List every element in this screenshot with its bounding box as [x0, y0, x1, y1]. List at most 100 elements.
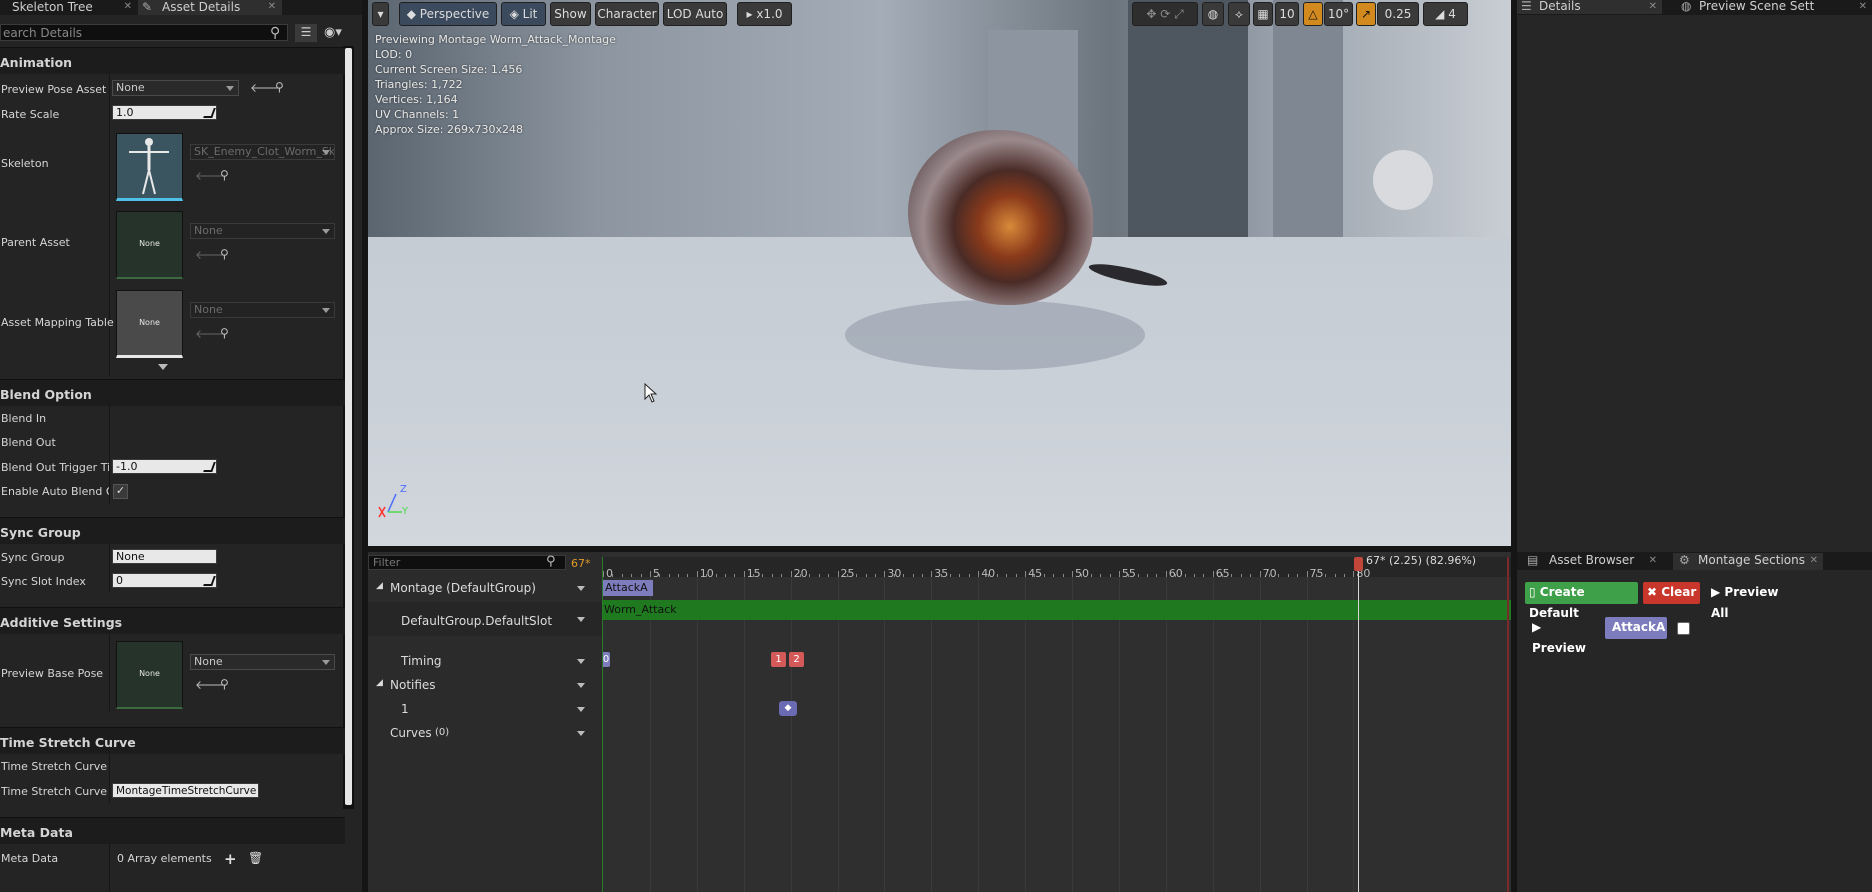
preview-all-button[interactable]: ▶ Preview All — [1707, 582, 1795, 620]
asset-mapping-thumbnail[interactable]: None — [116, 290, 183, 358]
section-loop-checkbox[interactable] — [1677, 622, 1690, 635]
lod-button[interactable]: LOD Auto — [663, 2, 727, 26]
close-icon[interactable]: ✕ — [268, 0, 276, 14]
chevron-down-icon[interactable] — [577, 617, 585, 622]
grid-snap-value[interactable]: 10 — [1275, 2, 1299, 26]
lit-button[interactable]: ◈ Lit — [501, 2, 546, 26]
perspective-button[interactable]: ◆ Perspective — [399, 2, 497, 26]
browse-search-icon[interactable]: ⚲ — [220, 247, 229, 261]
show-button[interactable]: Show — [550, 2, 591, 26]
slot-anim-segment[interactable]: Worm_Attack — [602, 600, 1511, 620]
track-curves[interactable]: Curves (0) — [368, 722, 602, 744]
add-icon[interactable]: + — [224, 850, 237, 868]
section-attacka-chip[interactable]: AttackA — [1605, 617, 1667, 639]
rotation-snap-value[interactable]: 10° — [1324, 2, 1353, 26]
preview-pose-combo[interactable]: None — [112, 80, 239, 96]
sync-slot-input[interactable]: 0 — [112, 573, 217, 588]
playhead-line[interactable] — [1358, 567, 1359, 892]
track-timing[interactable]: Timing — [368, 650, 602, 672]
blend-in-row[interactable]: Blend In — [0, 412, 345, 430]
camera-speed-button[interactable]: ◢ 4 — [1423, 2, 1468, 26]
scale-snap-value[interactable]: 0.25 — [1377, 2, 1419, 26]
auto-blend-checkbox[interactable]: ✓ — [113, 484, 128, 499]
chevron-down-icon[interactable] — [577, 731, 585, 736]
playback-speed-button[interactable]: ▸ x1.0 — [737, 2, 792, 26]
playhead-handle[interactable] — [1354, 557, 1363, 571]
scrollbar-thumb[interactable] — [345, 48, 352, 805]
close-icon[interactable]: ✕ — [1859, 0, 1867, 13]
timeline-tracks[interactable]: 05101520253035404550556065707580 AttackA… — [602, 552, 1511, 892]
sync-group-input[interactable]: None — [112, 549, 217, 564]
spin-icon — [203, 576, 216, 586]
preview-viewport[interactable]: ▾ ◆ Perspective ◈ Lit Show Character LOD… — [368, 0, 1511, 546]
character-button[interactable]: Character — [595, 2, 659, 26]
skeleton-combo[interactable]: SK_Enemy_Clot_Worm_Sk — [190, 144, 335, 160]
preview-base-pose-thumbnail[interactable]: None — [116, 641, 183, 709]
filter-input[interactable]: Filter — [368, 555, 566, 570]
trash-icon[interactable]: 🗑 — [248, 851, 263, 865]
track-montage[interactable]: ◢ Montage (DefaultGroup) — [368, 577, 602, 599]
browse-search-icon[interactable]: ⚲ — [220, 168, 229, 182]
rotation-snap-toggle[interactable]: △ — [1303, 2, 1323, 26]
preview-base-pose-combo[interactable]: None — [190, 654, 335, 670]
timing-marker-notify[interactable]: 1 — [771, 652, 786, 667]
track-notify-1[interactable]: 1 — [368, 698, 602, 720]
tab-preview-scene-settings[interactable]: ◍ Preview Scene Sett ✕ — [1677, 0, 1872, 14]
tab-asset-browser[interactable]: ▤ Asset Browser ✕ — [1517, 554, 1662, 568]
category-additive-settings[interactable]: Additive Settings — [0, 607, 345, 634]
clear-button[interactable]: ✖ Clear — [1643, 582, 1700, 604]
tab-montage-sections[interactable]: ⚙ Montage Sections ✕ — [1673, 553, 1823, 570]
create-default-button[interactable]: ▯ Create Default — [1525, 582, 1638, 620]
track-notifies[interactable]: ◢ Notifies — [368, 674, 602, 696]
close-icon[interactable]: ✕ — [1649, 554, 1657, 567]
skeleton-thumbnail[interactable] — [116, 133, 183, 201]
browse-search-icon[interactable]: ⚲ — [275, 80, 284, 94]
time-stretch-curve-row[interactable]: Time Stretch Curve — [0, 760, 345, 778]
browse-search-icon[interactable]: ⚲ — [220, 677, 229, 691]
close-icon[interactable]: ✕ — [124, 0, 132, 14]
blend-out-row[interactable]: Blend Out — [0, 436, 345, 454]
chevron-down-icon[interactable] — [577, 586, 585, 591]
chevron-down-icon[interactable] — [577, 707, 585, 712]
collapse-icon[interactable]: ◢ — [376, 678, 383, 688]
timing-marker-notify[interactable]: 2 — [789, 652, 804, 667]
timing-marker-section[interactable]: 0 — [602, 652, 610, 667]
transform-tools[interactable]: ✥ ⟳ ⤢ — [1132, 2, 1198, 26]
creature-shadow — [845, 300, 1145, 370]
close-icon[interactable]: ✕ — [1810, 554, 1818, 567]
search-icon[interactable]: ⚲ — [270, 25, 280, 41]
track-slot[interactable]: DefaultGroup.DefaultSlot — [368, 602, 602, 636]
montage-section-attacka[interactable]: AttackA — [603, 580, 653, 596]
category-animation[interactable]: Animation — [0, 47, 345, 74]
browse-search-icon[interactable]: ⚲ — [220, 326, 229, 340]
asset-mapping-combo[interactable]: None — [190, 302, 335, 318]
blend-trigger-input[interactable]: -1.0 — [112, 459, 217, 474]
tab-skeleton-tree[interactable]: Skeleton Tree ✕ — [0, 0, 138, 15]
grid-snap-toggle[interactable]: ▦ — [1253, 2, 1273, 26]
search-details-input[interactable]: earch Details — [0, 24, 288, 41]
viewport-options-button[interactable]: ▾ — [372, 2, 389, 26]
search-icon[interactable]: ⚲ — [546, 554, 556, 569]
category-time-stretch-curve[interactable]: Time Stretch Curve — [0, 727, 345, 754]
parent-asset-thumbnail[interactable]: None — [116, 211, 183, 279]
parent-asset-combo[interactable]: None — [190, 223, 335, 239]
surface-snap-toggle[interactable]: ⟡ — [1228, 2, 1250, 26]
tab-asset-details[interactable]: ✎ Asset Details ✕ — [138, 0, 282, 15]
eye-icon[interactable]: ◉▾ — [324, 25, 342, 40]
category-meta-data[interactable]: Meta Data — [0, 817, 345, 844]
collapse-icon[interactable]: ◢ — [376, 581, 383, 591]
chevron-down-icon[interactable] — [577, 683, 585, 688]
preview-section-button[interactable]: ▶ Preview — [1528, 617, 1598, 655]
notify-event-marker[interactable]: ◆ — [779, 701, 797, 716]
rate-scale-input[interactable]: 1.0 — [112, 105, 217, 120]
chevron-down-icon[interactable] — [577, 659, 585, 664]
close-icon[interactable]: ✕ — [1649, 0, 1657, 13]
category-blend-option[interactable]: Blend Option — [0, 379, 345, 406]
time-stretch-curve-name-input[interactable]: MontageTimeStretchCurve — [112, 783, 259, 798]
category-sync-group[interactable]: Sync Group — [0, 517, 345, 544]
world-local-toggle[interactable]: ◍ — [1202, 2, 1224, 26]
scale-snap-toggle[interactable]: ↗ — [1356, 2, 1376, 26]
tab-details[interactable]: ☰ Details ✕ — [1517, 0, 1662, 14]
expand-advanced-icon[interactable] — [158, 364, 168, 370]
list-view-icon[interactable]: ☰ — [295, 24, 317, 42]
